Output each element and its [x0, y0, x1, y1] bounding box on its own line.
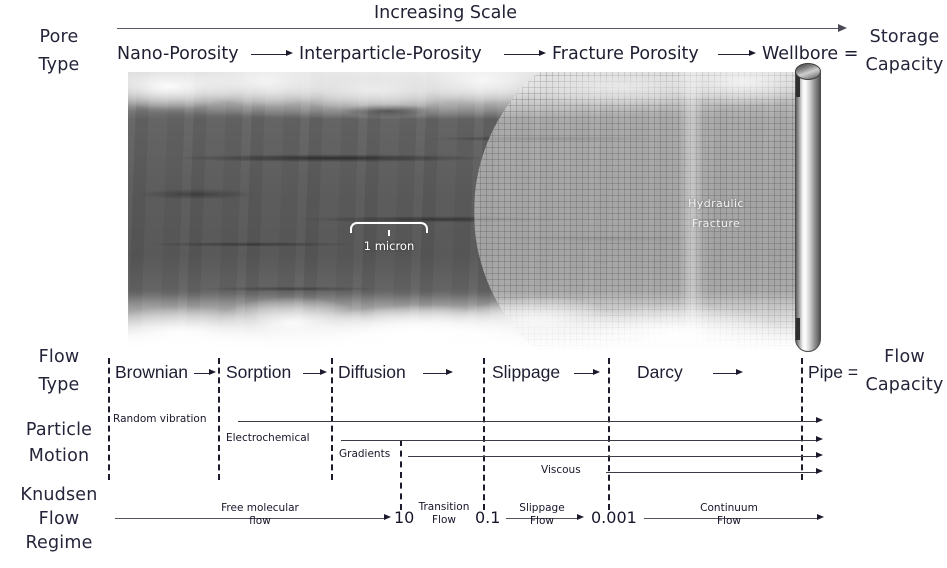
pore-chain-arrow-3-head: [749, 50, 756, 56]
row-caption-knudsen-line3: Regime: [25, 533, 93, 554]
wellbore-pipe-body: [795, 72, 821, 352]
particle-motion-line-3: [408, 456, 818, 457]
pore-chain-arrow-1-line: [251, 54, 287, 55]
particle-motion-label-electrochemical: Electrochemical: [226, 432, 310, 444]
knudsen-regime-continuum-line2: Flow: [717, 515, 741, 528]
knudsen-arrowhead-continuum: [817, 514, 824, 520]
row-caption-knudsen-line1: Knudsen: [20, 485, 98, 505]
column-divider-2: [218, 358, 220, 480]
knudsen-boundary-0-1: 0.1: [475, 508, 501, 527]
particle-motion-label-gradients: Gradients: [339, 448, 391, 460]
knudsen-regime-slippage-line2: Flow: [530, 515, 554, 528]
row-caption-flow-type-line2: Type: [38, 375, 80, 396]
pore-chain-arrow-2-head: [539, 50, 546, 56]
wellbore-pipe-icon: [795, 63, 821, 358]
hydraulic-fracture-label-line2: Fracture: [691, 217, 741, 231]
figure-canvas: Increasing Scale Pore Type Flow Type Par…: [0, 0, 947, 568]
particle-motion-arrowhead-2: [816, 436, 823, 442]
flow-type-darcy: Darcy: [637, 362, 683, 382]
particle-motion-label-random-vibration: Random vibration: [113, 413, 207, 425]
pore-type-interparticle-porosity: Interparticle-Porosity: [299, 44, 482, 64]
knudsen-regime-transition-line1: Transition: [418, 501, 470, 513]
knudsen-regime-continuum-line1: Continuum: [700, 502, 758, 514]
column-divider-1: [108, 358, 110, 480]
particle-motion-line-4: [606, 472, 818, 473]
column-divider-6: [608, 358, 610, 510]
right-caption-storage-capacity: Storage Capacity: [862, 27, 947, 75]
flow-arrow-3-head: [446, 369, 453, 375]
knudsen-regime-slippage: Slippage Flow: [508, 502, 576, 528]
pore-type-wellbore: Wellbore =: [762, 44, 859, 64]
hydraulic-fracture-label: Hydraulic Fracture: [656, 194, 776, 235]
particle-motion-line-1: [238, 421, 818, 422]
knudsen-regime-free-molecular: Free molecular flow: [205, 502, 315, 528]
flow-type-diffusion: Diffusion: [338, 362, 406, 382]
flow-capacity-line1: Flow: [884, 347, 925, 367]
column-divider-4: [400, 440, 402, 510]
knudsen-regime-free-molecular-line2: flow: [249, 515, 271, 528]
scale-bar-brace-nub: [388, 230, 390, 236]
column-divider-5: [483, 358, 485, 510]
flow-arrow-2-head: [320, 369, 327, 375]
row-caption-flow-type: Flow Type: [16, 347, 102, 395]
flow-arrow-3-line: [423, 373, 447, 374]
knudsen-regime-transition-line2: Flow: [432, 514, 456, 527]
top-axis-label: Increasing Scale: [374, 3, 517, 23]
row-caption-particle-motion-line1: Particle: [25, 420, 93, 440]
row-caption-knudsen-line2: Flow: [38, 509, 80, 530]
hydraulic-fracture-label-line1: Hydraulic: [688, 197, 744, 210]
increasing-scale-arrow-line: [117, 28, 839, 29]
knudsen-regime-continuum: Continuum Flow: [679, 502, 779, 528]
knudsen-regime-free-molecular-line1: Free molecular: [221, 502, 299, 514]
knudsen-regime-slippage-line1: Slippage: [519, 502, 565, 514]
flow-type-pipe: Pipe =: [808, 362, 859, 382]
knudsen-arrowhead-slippage: [577, 514, 584, 520]
increasing-scale-arrowhead: [838, 24, 847, 32]
flow-type-slippage: Slippage: [492, 362, 561, 382]
row-caption-particle-motion: Particle Motion: [6, 420, 112, 466]
flow-arrow-5-line: [713, 373, 737, 374]
pore-chain-arrow-2-line: [504, 54, 540, 55]
flow-arrow-5-head: [736, 369, 743, 375]
wellbore-pipe-top-cap: [795, 63, 821, 80]
flow-arrow-4-line: [574, 373, 594, 374]
storage-capacity-line1: Storage: [869, 27, 940, 47]
particle-motion-label-viscous: Viscous: [541, 464, 581, 476]
knudsen-arrowhead-free-molecular: [384, 514, 391, 520]
particle-motion-arrowhead-3: [816, 452, 823, 458]
knudsen-boundary-0-001: 0.001: [591, 508, 637, 527]
flow-capacity-line2: Capacity: [865, 375, 944, 396]
row-caption-knudsen: Knudsen Flow Regime: [6, 485, 112, 553]
flow-arrow-2-line: [303, 373, 321, 374]
sem-bottom-crust: [128, 290, 812, 350]
column-divider-7: [801, 358, 803, 480]
row-caption-pore-type: Pore Type: [16, 27, 102, 75]
row-caption-pore-type-line2: Type: [38, 55, 80, 76]
flow-arrow-4-head: [593, 369, 600, 375]
scale-bar-label: 1 micron: [363, 239, 415, 253]
particle-motion-arrowhead-4: [816, 468, 823, 474]
pore-chain-arrow-3-line: [718, 54, 750, 55]
sem-top-crust: [128, 72, 812, 114]
flow-arrow-1-line: [194, 373, 210, 374]
particle-motion-arrowhead-1: [816, 417, 823, 423]
wellbore-pipe-notch-bottom: [796, 318, 800, 340]
storage-capacity-line2: Capacity: [865, 55, 944, 76]
pore-chain-arrow-1-head: [286, 50, 293, 56]
knudsen-regime-transition: Transition Flow: [411, 501, 477, 527]
pore-type-fracture-porosity: Fracture Porosity: [552, 44, 699, 64]
pore-type-nano-porosity: Nano-Porosity: [117, 44, 239, 64]
row-caption-flow-type-line1: Flow: [38, 347, 80, 367]
flow-type-sorption: Sorption: [226, 362, 292, 382]
row-caption-pore-type-line1: Pore: [39, 27, 79, 47]
column-divider-3: [331, 358, 333, 480]
flow-type-brownian: Brownian: [115, 362, 188, 382]
row-caption-particle-motion-line2: Motion: [28, 446, 90, 467]
right-caption-flow-capacity: Flow Capacity: [862, 347, 947, 395]
particle-motion-line-2: [341, 440, 818, 441]
scale-bar-1-micron: 1 micron: [350, 222, 428, 253]
flow-arrow-1-head: [209, 369, 216, 375]
